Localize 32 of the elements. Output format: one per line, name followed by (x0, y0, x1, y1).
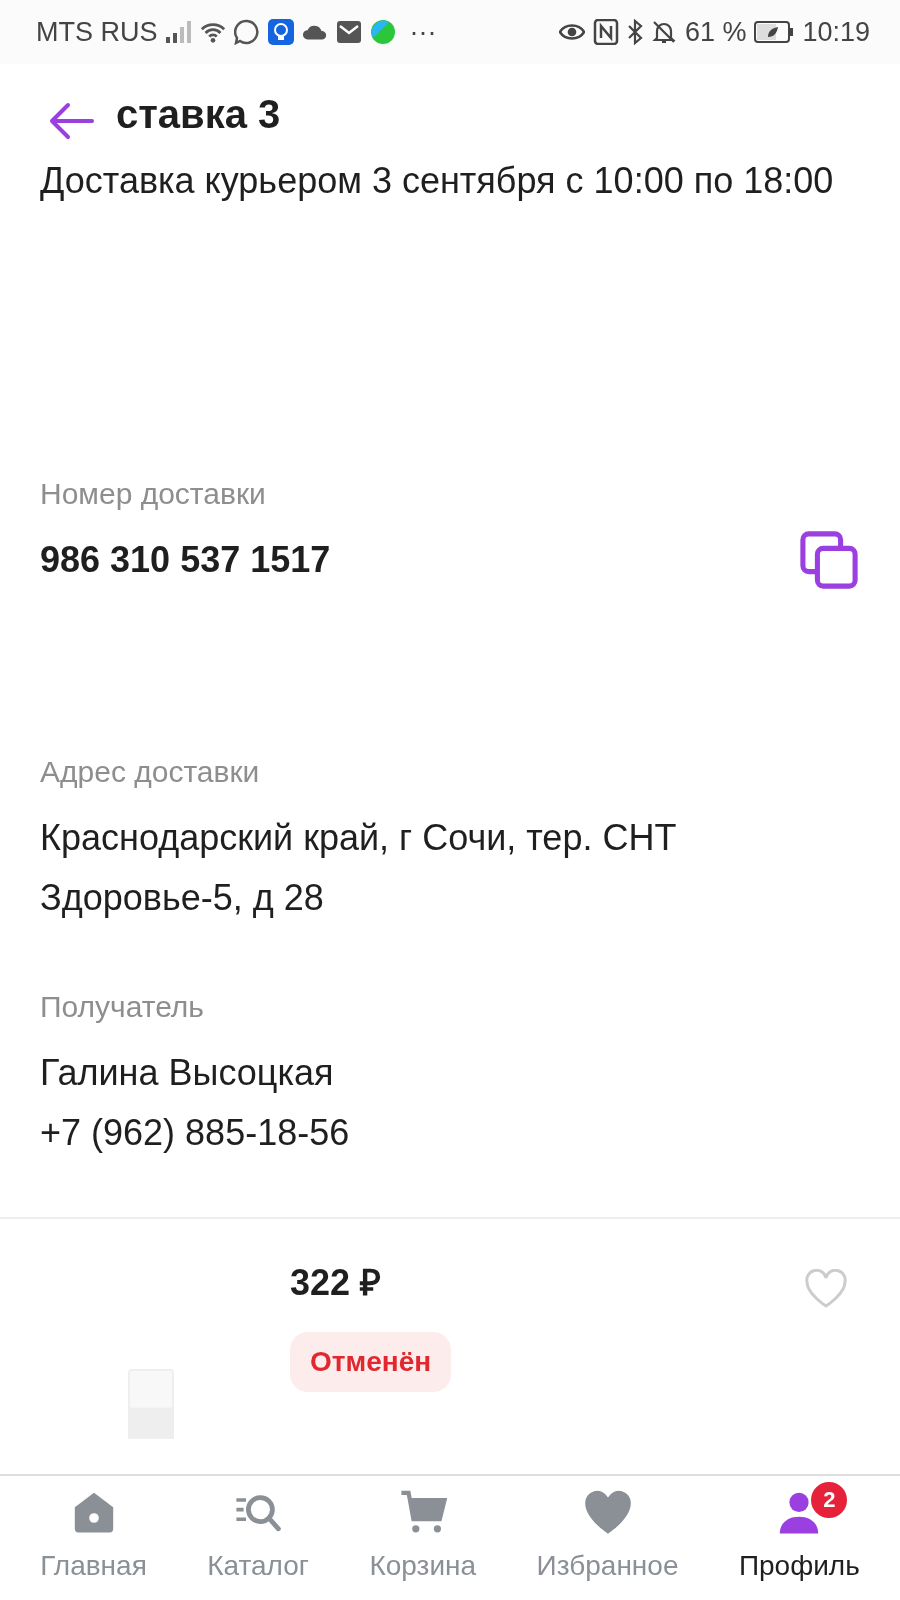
nav-tab[interactable]: 2 Профиль (738, 1476, 860, 1600)
clock: 10:19 (802, 16, 870, 48)
delivery-time: Доставка курьером 3 сентября с 10:00 по 18:00 (40, 159, 835, 203)
copy-icon[interactable] (800, 530, 858, 590)
battery-percent: 61 % (684, 16, 747, 48)
field-value: Краснодарский край, г Сочи, тер. СНТ Здоровье-5, д 28 (40, 816, 678, 920)
heart-icon (583, 1488, 632, 1536)
nav-tab[interactable]: Корзина (369, 1476, 477, 1600)
bluetooth-icon (626, 19, 643, 45)
more-notifications: ··· (409, 16, 437, 48)
field-label: Адрес доставки (40, 754, 261, 790)
field-value: +7 (962) 885-18-56 (40, 1111, 351, 1155)
muted-bell-icon (650, 19, 677, 45)
field-label: Получатель (40, 989, 205, 1025)
nav-tab[interactable]: Главная (40, 1476, 147, 1600)
phone-bubble-icon (233, 19, 260, 45)
field-label: Номер доставки (40, 476, 267, 512)
status-badge: Отменён (290, 1332, 452, 1392)
page-title: ставка 3 (116, 91, 281, 138)
app-icon (369, 19, 396, 45)
mail-icon (335, 19, 362, 45)
price: 322 ₽ (290, 1261, 382, 1305)
field-value: 986 310 537 1517 (40, 538, 332, 582)
signal-icon (165, 19, 192, 45)
bulb-icon (267, 19, 294, 45)
field-value: Галина Высоцкая (40, 1051, 335, 1095)
notification-badge: 2 (809, 1480, 850, 1520)
carrier-name: MTS RUS (36, 16, 158, 48)
nav-tab[interactable]: Избранное (536, 1476, 679, 1600)
nav-tab[interactable]: Каталог (207, 1476, 310, 1600)
battery-icon (754, 21, 795, 43)
nfc-icon (592, 19, 619, 45)
